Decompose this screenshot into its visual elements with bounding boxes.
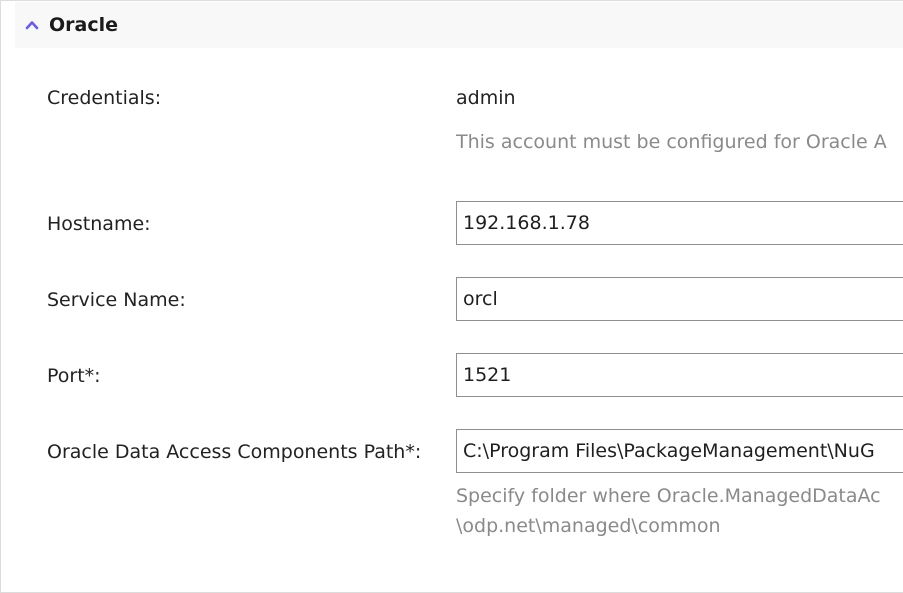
oracle-section-header[interactable]: Oracle bbox=[15, 2, 903, 48]
hostname-label: Hostname: bbox=[47, 213, 151, 235]
oracle-settings-panel: Oracle Credentials: admin This account m… bbox=[0, 0, 903, 593]
section-title: Oracle bbox=[49, 14, 119, 36]
port-input[interactable] bbox=[456, 353, 903, 397]
odac-path-label: Oracle Data Access Components Path*: bbox=[47, 441, 422, 463]
port-label: Port*: bbox=[47, 365, 101, 387]
odac-path-hint-line1: Specify folder where Oracle.ManagedDataA… bbox=[456, 485, 881, 507]
credentials-hint: This account must be configured for Orac… bbox=[456, 131, 887, 153]
service-name-input[interactable] bbox=[456, 277, 903, 321]
chevron-up-icon bbox=[25, 21, 39, 30]
odac-path-input[interactable] bbox=[456, 429, 903, 473]
credentials-value: admin bbox=[456, 87, 516, 109]
credentials-label: Credentials: bbox=[47, 87, 162, 109]
odac-path-hint-line2: \odp.net\managed\common bbox=[456, 515, 721, 537]
hostname-input[interactable] bbox=[456, 201, 903, 245]
service-name-label: Service Name: bbox=[47, 289, 186, 311]
